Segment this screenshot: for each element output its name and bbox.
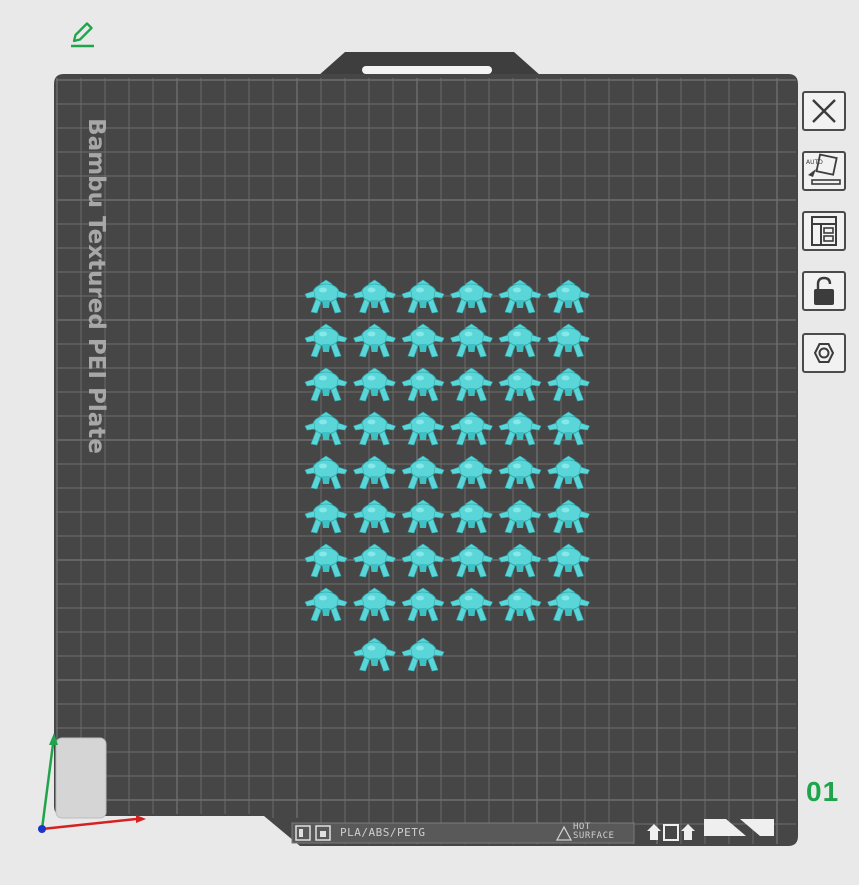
hexagon-nut-icon (813, 343, 835, 363)
arrange-button[interactable] (802, 211, 846, 251)
axis-z-origin (38, 825, 46, 833)
axis-x-arrow (136, 815, 146, 823)
plate-number: 01 (806, 776, 840, 807)
close-icon (812, 99, 836, 123)
plate-tab-handle (362, 66, 492, 74)
delete-plate-button[interactable] (802, 91, 846, 131)
auto-orient-button[interactable]: AUTO (802, 151, 846, 191)
plate-corner-pad (55, 737, 107, 819)
plate-viewport[interactable] (0, 0, 859, 885)
arrange-layout-icon (811, 216, 837, 246)
lock-icon (814, 276, 834, 305)
plate-settings-button[interactable] (802, 333, 846, 373)
auto-orient-icon-text: AUTO (806, 159, 823, 166)
lock-plate-button[interactable] (802, 271, 846, 311)
plate-type-label: Bambu Textured PEI Plate (83, 118, 109, 454)
auto-orient-icon: AUTO (806, 153, 841, 185)
axis-x-line (41, 817, 137, 831)
hot-surface-label-line2: SURFACE (573, 831, 615, 841)
filament-type-label: PLA/ABS/PETG (340, 826, 426, 839)
axis-y-line (40, 743, 55, 830)
